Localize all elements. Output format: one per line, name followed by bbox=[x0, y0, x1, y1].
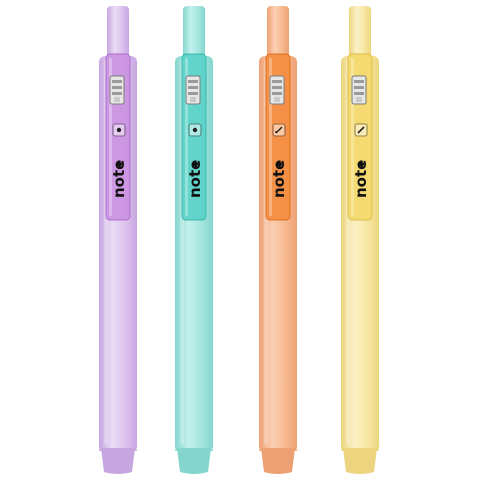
leaf-icon bbox=[115, 161, 123, 167]
pencil-icon bbox=[272, 123, 286, 137]
spring-coil bbox=[272, 86, 282, 89]
tip bbox=[343, 448, 377, 474]
spring-coil bbox=[272, 92, 282, 95]
spring-base bbox=[190, 97, 196, 102]
pen-aqua: note bbox=[175, 6, 213, 474]
spring-coil bbox=[188, 80, 198, 83]
spring-base bbox=[114, 97, 120, 102]
pen-peach: note bbox=[259, 6, 297, 474]
leaf-icon bbox=[275, 161, 283, 167]
leaf-icon bbox=[191, 161, 199, 167]
leaf-icon bbox=[357, 161, 365, 167]
spring-coil bbox=[112, 92, 122, 95]
dot-icon bbox=[188, 123, 202, 137]
spring-coil bbox=[354, 86, 364, 89]
spring-coil bbox=[112, 86, 122, 89]
dot-icon bbox=[112, 123, 126, 137]
pens-illustration: note note note note bbox=[99, 6, 379, 474]
spring-coil bbox=[354, 92, 364, 95]
spring-coil bbox=[112, 80, 122, 83]
pen-yellow: note bbox=[341, 6, 379, 474]
product-photo: note note note note bbox=[0, 0, 480, 480]
spring-coil bbox=[188, 86, 198, 89]
slash-icon bbox=[354, 123, 368, 137]
spring-coil bbox=[354, 80, 364, 83]
spring-base bbox=[356, 97, 362, 102]
tip bbox=[177, 448, 211, 474]
spring-coil bbox=[188, 92, 198, 95]
spring-coil bbox=[272, 80, 282, 83]
tip bbox=[261, 448, 295, 474]
spring-base bbox=[274, 97, 280, 102]
tip bbox=[101, 448, 135, 474]
pen-lilac: note bbox=[99, 6, 137, 474]
